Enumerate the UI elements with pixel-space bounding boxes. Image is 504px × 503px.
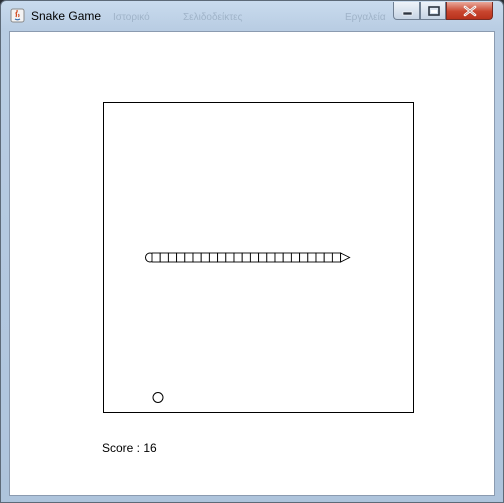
close-button[interactable]	[446, 2, 493, 20]
game-canvas[interactable]	[10, 32, 494, 495]
snake-segment	[290, 252, 301, 263]
snake-segment	[225, 252, 235, 263]
snake-segment	[184, 252, 194, 263]
close-icon	[463, 5, 477, 17]
snake-segment	[299, 252, 309, 263]
minimize-icon	[402, 11, 413, 16]
snake-segment	[307, 252, 317, 263]
ghost-menu-item: Σελιδοδείκτες	[183, 12, 243, 23]
snake-segment	[241, 252, 251, 263]
window-title: Snake Game	[31, 9, 102, 23]
snake-segment	[200, 252, 210, 263]
snake	[145, 252, 351, 263]
snake-segment	[315, 252, 325, 263]
ghost-menu-item: Εργαλεία	[345, 12, 386, 23]
snake-segment	[249, 252, 260, 263]
snake-segment	[233, 252, 243, 263]
title-bar[interactable]: Snake Game Ιστορικό Σελιδοδείκτες Εργαλε…	[1, 1, 503, 31]
food-pellet	[152, 392, 164, 403]
snake-segment	[282, 252, 292, 263]
snake-segment	[258, 252, 268, 263]
game-panel[interactable]: Score : 16	[9, 31, 495, 496]
score-label: Score : 16	[102, 441, 157, 455]
snake-segment	[323, 252, 333, 263]
snake-segment	[208, 252, 219, 263]
app-window: Snake Game Ιστορικό Σελιδοδείκτες Εργαλε…	[0, 0, 504, 503]
maximize-icon	[428, 6, 440, 16]
snake-segment	[331, 252, 342, 263]
snake-segment	[151, 252, 161, 263]
snake-segment	[192, 252, 202, 263]
snake-segment	[266, 252, 276, 263]
snake-segment	[274, 252, 284, 263]
snake-segment	[176, 252, 186, 263]
snake-segment	[217, 252, 227, 263]
ghost-menu-item: Ιστορικό	[113, 12, 150, 23]
java-app-icon[interactable]	[10, 8, 25, 23]
minimize-button[interactable]	[393, 2, 420, 20]
maximize-button[interactable]	[420, 2, 446, 20]
snake-segment	[167, 252, 178, 263]
snake-segment	[159, 252, 169, 263]
